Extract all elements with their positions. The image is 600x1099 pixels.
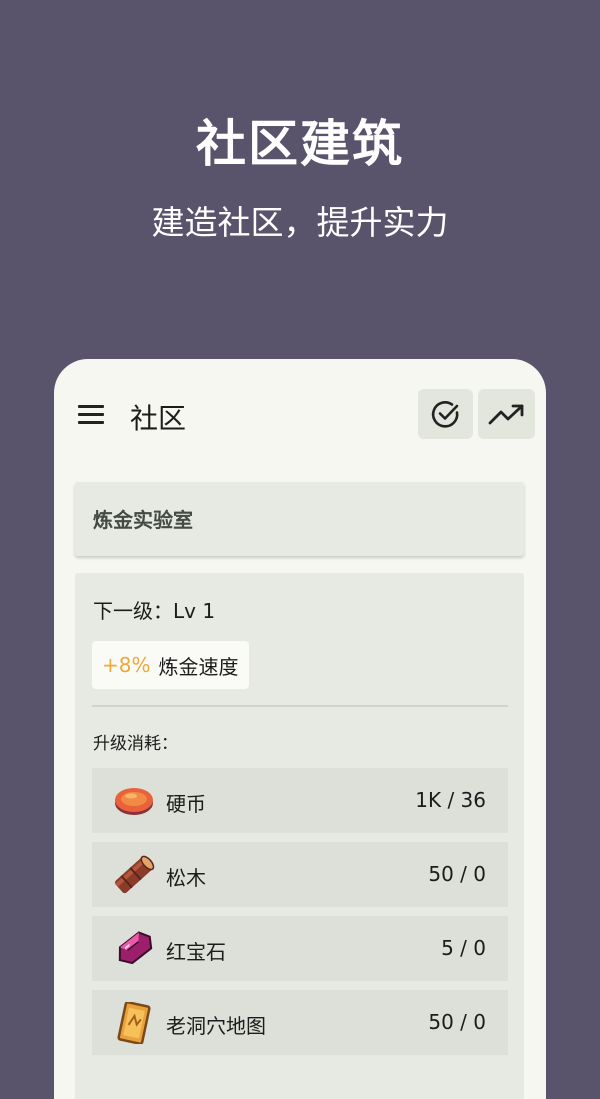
resource-name: 红宝石: [166, 940, 226, 964]
promo-subtitle: 建造社区，提升实力: [151, 203, 449, 242]
resource-amount: 50 / 0: [428, 862, 486, 886]
menu-icon[interactable]: [76, 403, 106, 427]
check-circle-icon: [431, 401, 458, 428]
cost-heading: 升级消耗：: [93, 734, 178, 754]
app-bar: 社区: [54, 359, 546, 471]
coin-icon: [115, 788, 153, 815]
upgrade-panel: 下一级：Lv 1 +8% 炼金速度 升级消耗： 硬币 1K / 36 松木 50…: [75, 573, 524, 1099]
cost-row-pine-wood: 松木 50 / 0: [92, 842, 508, 907]
resource-amount: 50 / 0: [428, 1010, 486, 1034]
building-name: 炼金实验室: [93, 508, 193, 532]
pine-log-icon: [115, 855, 155, 894]
app-screen: 社区 炼金实验室 下一级：Lv 1 +8% 炼金速度 升级消耗： 硬币 1K /…: [54, 359, 546, 1099]
trend-button[interactable]: [478, 389, 535, 439]
promo-title: 社区建筑: [196, 115, 404, 173]
cave-map-icon: [117, 1002, 151, 1044]
bonus-label: 炼金速度: [158, 654, 239, 679]
page-title: 社区: [130, 402, 187, 435]
resource-name: 松木: [166, 866, 206, 890]
bonus-value: +8%: [102, 653, 151, 677]
cost-row-ruby: 红宝石 5 / 0: [92, 916, 508, 981]
building-card[interactable]: 炼金实验室: [75, 482, 524, 556]
ruby-icon: [118, 931, 153, 965]
cost-list: 硬币 1K / 36 松木 50 / 0 红宝石 5 / 0 老洞穴地图 50 …: [92, 768, 508, 1064]
cost-row-coin: 硬币 1K / 36: [92, 768, 508, 833]
trending-up-icon: [488, 404, 523, 425]
resource-amount: 1K / 36: [415, 788, 486, 812]
next-level-label: 下一级：Lv 1: [93, 599, 216, 623]
bonus-chip: +8% 炼金速度: [92, 641, 249, 689]
resource-amount: 5 / 0: [441, 936, 486, 960]
divider: [92, 705, 508, 707]
resource-name: 老洞穴地图: [166, 1014, 266, 1038]
complete-button[interactable]: [418, 389, 473, 439]
resource-name: 硬币: [166, 792, 206, 816]
cost-row-cave-map: 老洞穴地图 50 / 0: [92, 990, 508, 1055]
